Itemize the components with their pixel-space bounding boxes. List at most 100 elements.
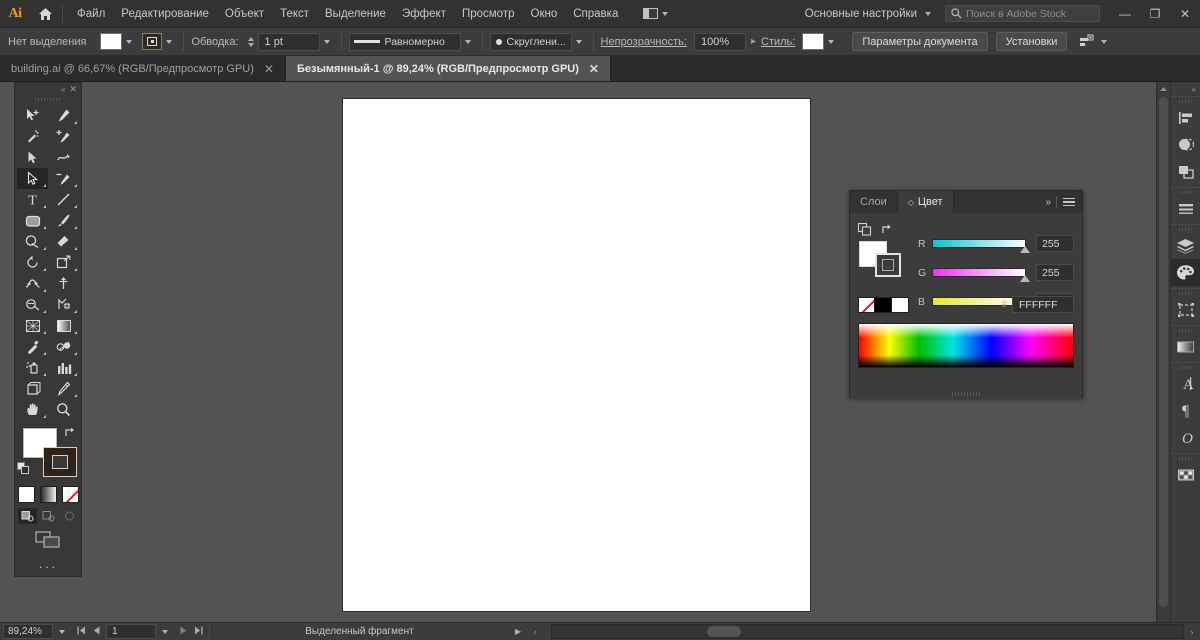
tool-shape-builder[interactable] bbox=[17, 294, 48, 315]
slider-value-r[interactable]: 255 bbox=[1036, 235, 1074, 252]
tool-slice[interactable] bbox=[48, 378, 79, 399]
tab-color[interactable]: ◇ Цвет bbox=[897, 191, 954, 213]
draw-normal-icon[interactable] bbox=[17, 508, 37, 524]
stroke-weight-input[interactable]: 1 pt bbox=[257, 32, 320, 51]
gradient-swatch-button[interactable] bbox=[39, 486, 57, 503]
draw-inside-icon[interactable] bbox=[60, 508, 79, 524]
align-panel-icon[interactable] bbox=[1171, 104, 1200, 131]
align-dropdown[interactable] bbox=[1097, 33, 1111, 51]
tool-artboard[interactable] bbox=[17, 378, 48, 399]
rail-collapse[interactable]: « bbox=[1171, 82, 1200, 96]
pathfinder-panel-icon[interactable] bbox=[1171, 131, 1200, 158]
tool-rectangle[interactable] bbox=[17, 210, 48, 231]
first-artboard-icon[interactable] bbox=[77, 626, 86, 638]
tool-add-anchor-point[interactable] bbox=[48, 126, 79, 147]
color-panel-icon[interactable] bbox=[1171, 259, 1200, 286]
minimize-button[interactable]: — bbox=[1110, 0, 1140, 28]
tool-zoom[interactable] bbox=[48, 399, 79, 420]
tool-selection[interactable] bbox=[17, 105, 48, 126]
tool-line-segment[interactable] bbox=[48, 189, 79, 210]
tool-curvature[interactable] bbox=[48, 147, 79, 168]
tool-width[interactable] bbox=[17, 273, 48, 294]
menu-select[interactable]: Выделение bbox=[317, 3, 394, 25]
stroke-swatch-dropdown[interactable] bbox=[162, 33, 176, 51]
tool-column-graph[interactable] bbox=[48, 357, 79, 378]
menu-help[interactable]: Справка bbox=[565, 3, 626, 25]
horizontal-scrollbar[interactable] bbox=[551, 624, 1184, 639]
swatches-panel-icon[interactable] bbox=[1171, 461, 1200, 488]
home-icon[interactable] bbox=[30, 0, 60, 28]
document-tab-building[interactable]: building.ai @ 66,67% (RGB/Предпросмотр G… bbox=[0, 56, 286, 81]
tool-eraser[interactable] bbox=[48, 231, 79, 252]
preferences-button[interactable]: Установки bbox=[995, 32, 1068, 51]
tool-rotate[interactable] bbox=[17, 252, 48, 273]
graphic-style-swatch[interactable] bbox=[802, 33, 825, 50]
zoom-level-input[interactable]: 89,24% bbox=[3, 624, 53, 639]
tool-gradient[interactable] bbox=[48, 315, 79, 336]
color-spectrum-ramp[interactable] bbox=[858, 323, 1074, 368]
fill-stroke-stack-icon[interactable] bbox=[857, 222, 872, 241]
brush-dropdown[interactable] bbox=[572, 33, 586, 51]
resize-grip-icon[interactable]: › bbox=[1184, 627, 1200, 637]
arrange-documents-button[interactable] bbox=[638, 5, 673, 22]
chevron-down-icon[interactable] bbox=[925, 11, 931, 16]
menu-view[interactable]: Просмотр bbox=[454, 3, 523, 25]
artboard-number-input[interactable]: 1 bbox=[106, 624, 156, 639]
layers-panel-icon[interactable] bbox=[1171, 232, 1200, 259]
glyphs-panel-icon[interactable]: O bbox=[1171, 424, 1200, 451]
align-to-selection-icon[interactable] bbox=[1077, 33, 1097, 51]
tool-paintbrush[interactable] bbox=[48, 210, 79, 231]
artboards-panel-icon[interactable] bbox=[1171, 296, 1200, 323]
character-panel-icon[interactable]: A bbox=[1171, 370, 1200, 397]
menu-effect[interactable]: Эффект bbox=[394, 3, 454, 25]
gradient-panel-icon[interactable] bbox=[1171, 333, 1200, 360]
swap-fill-stroke-icon[interactable] bbox=[880, 223, 894, 241]
slider-track-g[interactable] bbox=[932, 268, 1030, 282]
tool-delete-anchor-point[interactable] bbox=[48, 168, 79, 189]
panel-menu-icon[interactable] bbox=[1063, 197, 1075, 207]
brush-definition-select[interactable]: Скруглени... bbox=[489, 32, 572, 51]
slider-value-g[interactable]: 255 bbox=[1036, 264, 1074, 281]
swap-fill-stroke-icon[interactable] bbox=[63, 426, 77, 444]
tool-symbol-sprayer[interactable] bbox=[17, 357, 48, 378]
collapse-double-arrow-icon[interactable]: » bbox=[1045, 197, 1050, 208]
color-swatch-button[interactable] bbox=[17, 486, 35, 503]
white-swatch-button[interactable] bbox=[892, 296, 909, 313]
edit-toolbar-button[interactable]: ··· bbox=[15, 555, 81, 577]
tool-blend[interactable] bbox=[48, 336, 79, 357]
paragraph-panel-icon[interactable]: ¶ bbox=[1171, 397, 1200, 424]
style-label[interactable]: Стиль: bbox=[761, 36, 795, 48]
vertical-scroll-thumb[interactable] bbox=[1159, 97, 1168, 607]
artboard[interactable] bbox=[343, 99, 810, 611]
close-icon[interactable]: ✕ bbox=[589, 63, 599, 75]
document-setup-button[interactable]: Параметры документа bbox=[852, 32, 988, 51]
menu-file[interactable]: Файл bbox=[69, 3, 113, 25]
graphic-style-dropdown[interactable] bbox=[824, 33, 838, 51]
status-flyout-icon[interactable]: ‹ bbox=[527, 627, 543, 637]
last-artboard-icon[interactable] bbox=[194, 626, 203, 638]
stroke-profile-select[interactable]: Равномерно bbox=[348, 32, 461, 51]
menu-object[interactable]: Объект bbox=[217, 3, 272, 25]
color-panel-footer-grip[interactable] bbox=[850, 391, 1082, 399]
workspace-switcher-label[interactable]: Основные настройки bbox=[797, 8, 925, 20]
horizontal-scroll-thumb[interactable] bbox=[707, 626, 742, 637]
tool-puppet-warp[interactable] bbox=[48, 273, 79, 294]
opacity-label[interactable]: Непрозрачность: bbox=[601, 36, 687, 48]
black-swatch-button[interactable] bbox=[875, 296, 892, 313]
stroke-panel-icon[interactable] bbox=[1171, 195, 1200, 222]
none-swatch-button[interactable] bbox=[61, 486, 79, 503]
status-menu-icon[interactable]: ▶ bbox=[509, 627, 527, 636]
transform-panel-icon[interactable] bbox=[1171, 158, 1200, 185]
prev-artboard-icon[interactable] bbox=[93, 626, 100, 638]
zoom-dropdown[interactable] bbox=[53, 629, 71, 634]
tool-selection-filled[interactable] bbox=[17, 147, 48, 168]
tool-gradient-mesh[interactable] bbox=[48, 294, 79, 315]
panel-stroke-swatch[interactable] bbox=[875, 253, 901, 277]
stroke-weight-dropdown[interactable] bbox=[320, 33, 334, 51]
change-screen-mode-icon[interactable] bbox=[15, 531, 81, 549]
stroke-profile-dropdown[interactable] bbox=[461, 33, 475, 51]
tool-shaper[interactable] bbox=[17, 231, 48, 252]
adobe-stock-search[interactable]: Поиск в Adobe Stock bbox=[945, 5, 1100, 22]
stroke-color-swatch[interactable] bbox=[142, 33, 163, 50]
hex-input[interactable]: FFFFFF bbox=[1012, 296, 1074, 313]
